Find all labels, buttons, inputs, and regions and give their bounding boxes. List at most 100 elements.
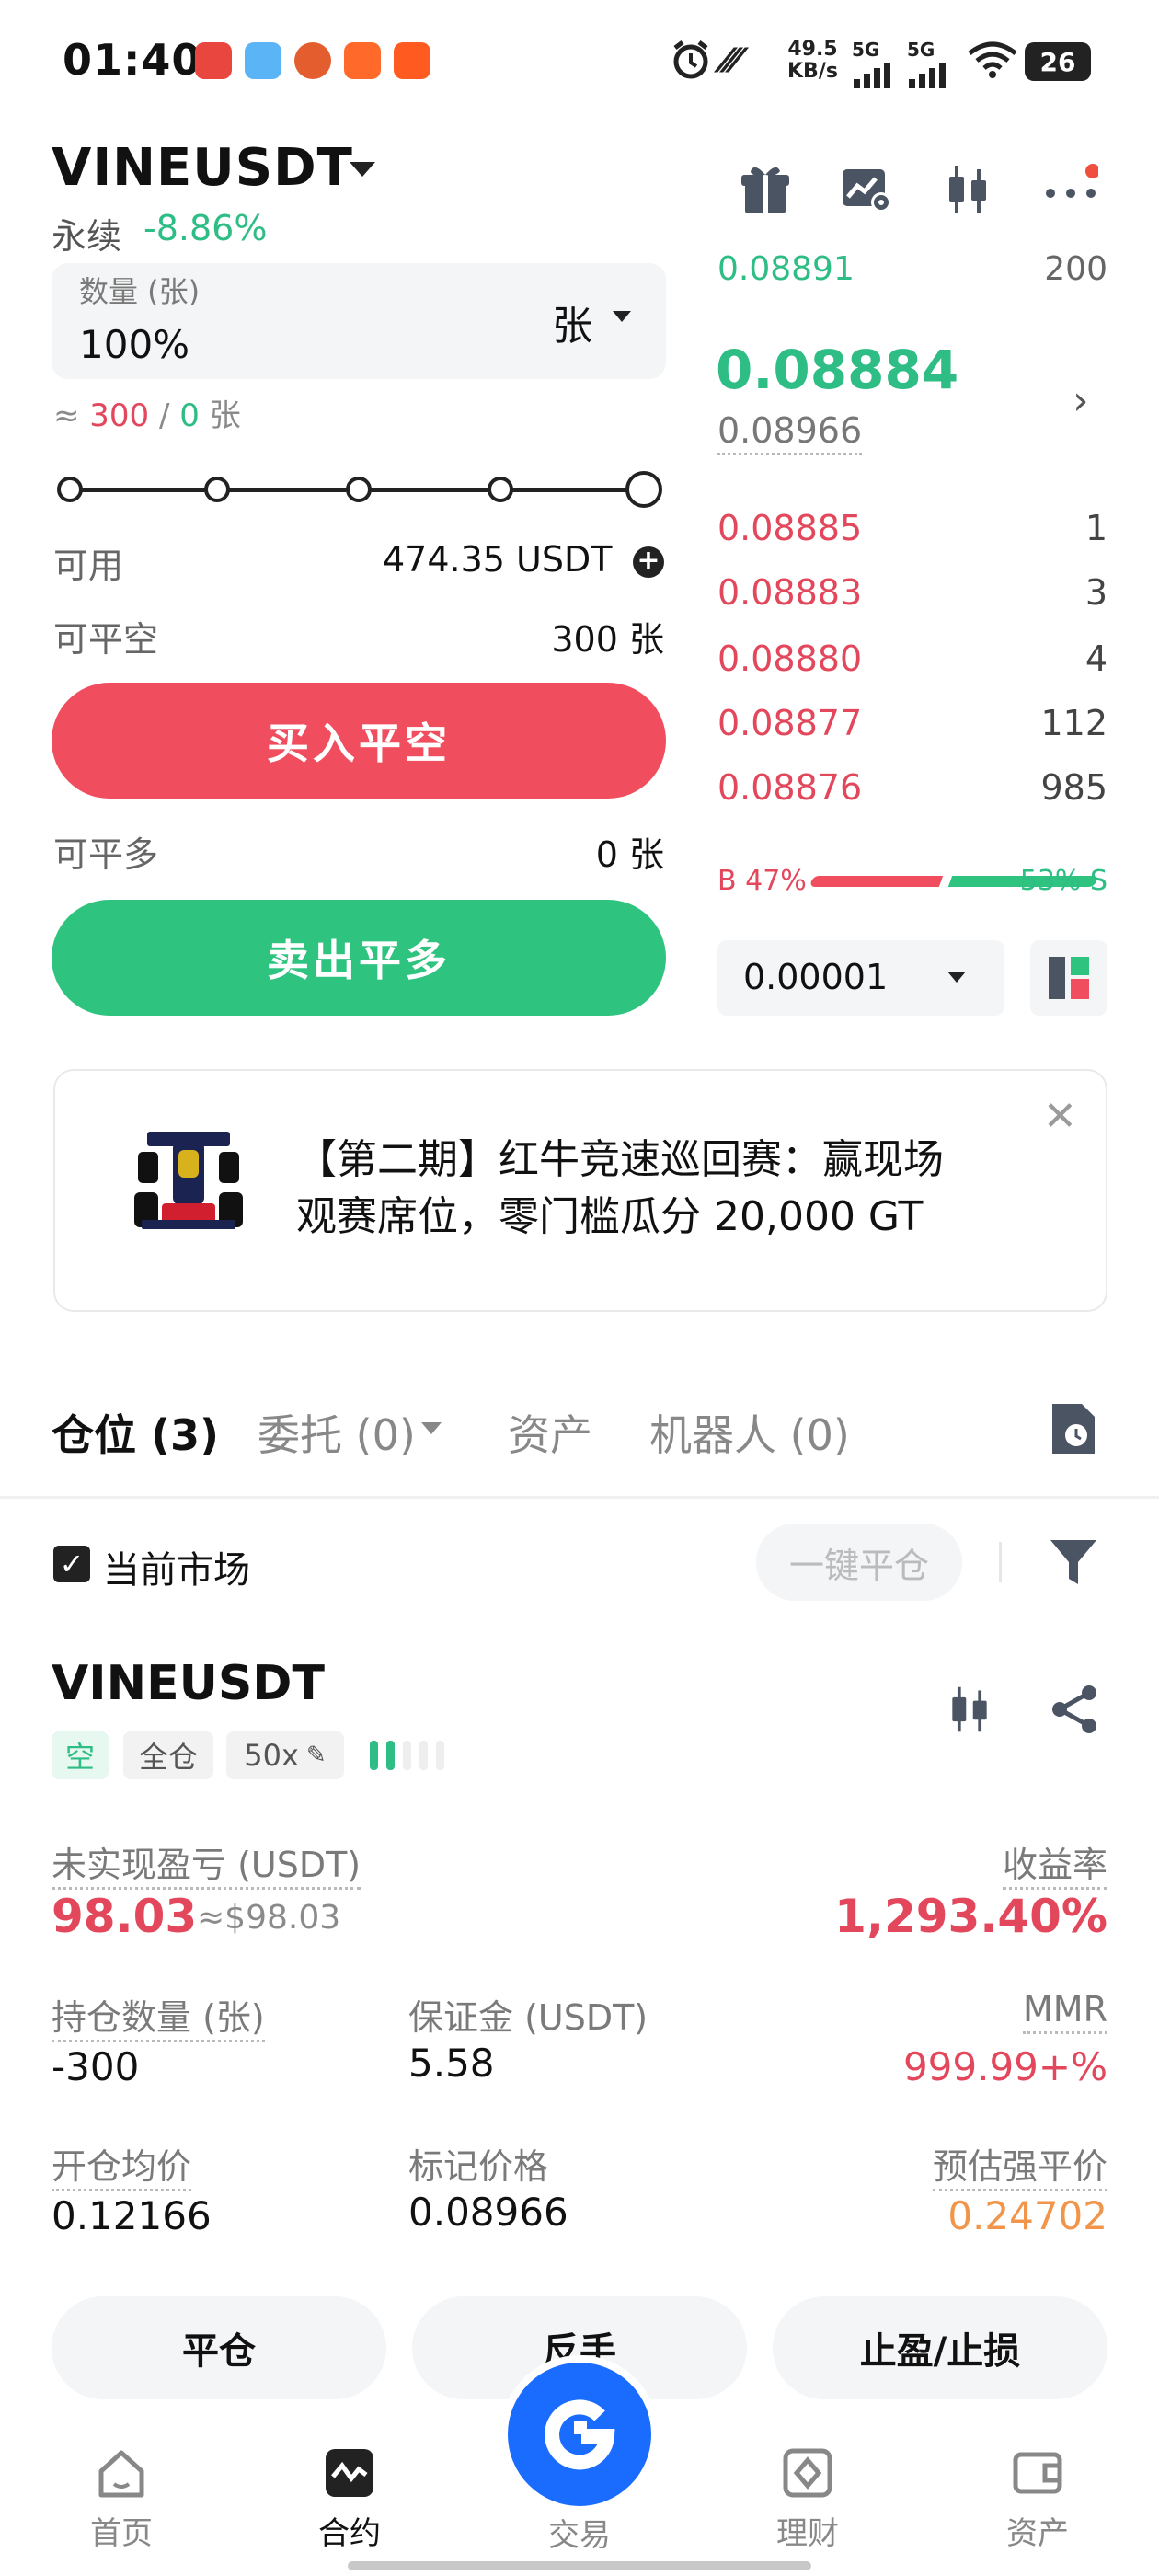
roe-label-text: 收益率: [1002, 1845, 1107, 1890]
nav-finance[interactable]: 理财: [743, 2447, 872, 2553]
tab-positions[interactable]: 仓位 (3): [52, 1402, 219, 1463]
wallet-icon: [1013, 2452, 1062, 2494]
battery-level: 26: [1039, 46, 1076, 77]
entry-price-label: 开仓均价: [52, 2138, 192, 2191]
approx-separator: /: [149, 397, 180, 434]
ask-qty: 112: [1040, 703, 1107, 743]
last-price[interactable]: 0.08884: [716, 339, 958, 401]
roe-value: 1,293.40%: [834, 1890, 1107, 1943]
slider-step[interactable]: [57, 477, 83, 502]
history-icon[interactable]: [1049, 1400, 1098, 1461]
liq-price-value: 0.24702: [947, 2193, 1107, 2238]
slider-step[interactable]: [204, 477, 230, 502]
sell-close-long-button[interactable]: 卖出平多: [52, 900, 666, 1016]
ask-price[interactable]: 0.08880: [717, 638, 862, 679]
nav-assets[interactable]: 资产: [973, 2447, 1102, 2553]
approx-long: 0: [179, 397, 200, 434]
signal-label: 5G: [852, 39, 880, 61]
risk-level-indicator: [368, 1737, 464, 1777]
price-change: -8.86%: [143, 208, 268, 248]
ask-price[interactable]: 0.08876: [717, 767, 862, 808]
chevron-down-icon[interactable]: [350, 162, 375, 177]
ask-price[interactable]: 0.08877: [717, 703, 862, 743]
banner-text[interactable]: 【第二期】红牛竞速巡回赛：赢现场 观赛席位，零门槛瓜分 20,000 GT: [296, 1132, 1050, 1246]
status-time: 01:40: [63, 35, 202, 85]
net-speed-unit: KB/s: [787, 60, 838, 83]
current-market-checkbox[interactable]: ✓: [53, 1546, 90, 1582]
banner-text-line: 观赛席位，零门槛瓜分 20,000 GT: [296, 1193, 924, 1240]
contract-icon: [326, 2449, 373, 2497]
slider-step[interactable]: [488, 477, 513, 502]
position-size-label-text: 持仓数量 (张): [52, 1997, 265, 2042]
orderbook-top-qty: 200: [1044, 250, 1107, 287]
margin-label: 保证金 (USDT): [408, 1997, 648, 2038]
contract-type: 永续: [52, 216, 122, 257]
alarm-icon: [670, 39, 712, 85]
slider-step[interactable]: [346, 477, 372, 502]
mark-price-label: 标记价格: [408, 2146, 549, 2187]
nav-contract[interactable]: 合约: [285, 2447, 414, 2553]
buy-ratio: B 47%: [717, 865, 807, 897]
chart-settings-icon[interactable]: [839, 162, 894, 217]
filter-icon[interactable]: [1049, 1536, 1098, 1592]
close-all-button[interactable]: 一键平仓: [756, 1524, 962, 1601]
battery-icon: 26: [1025, 42, 1091, 81]
race-car-image: [129, 1128, 248, 1242]
close-short-label: 可平空: [53, 619, 159, 660]
home-indicator: [348, 2561, 811, 2570]
slider-thumb[interactable]: [625, 471, 662, 508]
chevron-down-icon[interactable]: [421, 1422, 442, 1434]
trade-logo-icon: [545, 2399, 615, 2470]
buy-close-short-button[interactable]: 买入平空: [52, 683, 666, 799]
ask-price[interactable]: 0.08885: [717, 508, 862, 548]
app-notification-icon: [394, 42, 430, 79]
mmr-value: 999.99+%: [902, 2044, 1107, 2089]
more-icon[interactable]: [1043, 162, 1100, 217]
chevron-right-icon[interactable]: ›: [1073, 377, 1089, 424]
candlestick-icon[interactable]: [940, 162, 995, 217]
finance-icon: [783, 2448, 832, 2498]
available-value: 474.35 USDT: [383, 539, 613, 580]
share-icon[interactable]: [1049, 1684, 1100, 1739]
mark-price: 0.08966: [717, 410, 863, 455]
chevron-down-icon[interactable]: [947, 972, 966, 983]
tab-divider: [0, 1496, 1159, 1499]
net-speed: 49.5 KB/s: [787, 39, 838, 85]
signal-label: 5G: [907, 39, 935, 61]
buy-sell-ratio: B 47% 53% S: [717, 865, 1107, 902]
close-icon[interactable]: ✕: [1043, 1093, 1077, 1140]
close-position-button[interactable]: 平仓: [52, 2296, 386, 2399]
tab-orders[interactable]: 委托 (0): [258, 1402, 416, 1463]
net-speed-value: 49.5: [787, 38, 838, 61]
nav-home[interactable]: 首页: [57, 2447, 186, 2553]
signal-icon: 5G: [852, 39, 896, 88]
app-notification-icon: [245, 42, 281, 79]
tab-bots[interactable]: 机器人 (0): [649, 1402, 850, 1463]
liq-price-label-text: 预估强平价: [932, 2146, 1107, 2191]
unrealized-pnl-usd: ≈$98.03: [197, 1899, 341, 1937]
trade-button[interactable]: [500, 2355, 659, 2513]
nav-trade-label[interactable]: 交易: [515, 2510, 644, 2555]
ask-price[interactable]: 0.08883: [717, 572, 862, 613]
ask-qty: 985: [1040, 767, 1107, 808]
quantity-input[interactable]: 100%: [79, 322, 189, 367]
edit-icon[interactable]: ✎: [306, 1742, 327, 1769]
orderbook-top-price[interactable]: 0.08891: [717, 250, 855, 287]
orderbook-layout-button[interactable]: [1030, 940, 1107, 1016]
unit-selector[interactable]: 张: [552, 293, 592, 351]
position-size-value: -300: [52, 2044, 140, 2089]
gift-icon[interactable]: [738, 162, 793, 217]
tpsl-button[interactable]: 止盈/止损: [773, 2296, 1107, 2399]
chevron-down-icon[interactable]: [613, 311, 631, 322]
tab-assets[interactable]: 资产: [508, 1402, 592, 1463]
quantity-label: 数量 (张): [79, 274, 201, 309]
margin-mode-tag: 全仓: [123, 1731, 213, 1779]
mark-price-value: 0.08966: [717, 410, 863, 455]
liq-price-label: 预估强平价: [932, 2138, 1107, 2191]
nfc-icon: ⁄⁄⁄: [723, 42, 740, 80]
position-pair[interactable]: VINEUSDT: [52, 1656, 325, 1711]
add-funds-icon[interactable]: +: [633, 546, 664, 578]
candlestick-icon[interactable]: [944, 1684, 995, 1739]
pair-title[interactable]: VINEUSDT: [52, 138, 353, 198]
leverage-tag[interactable]: 50x ✎: [226, 1731, 344, 1779]
